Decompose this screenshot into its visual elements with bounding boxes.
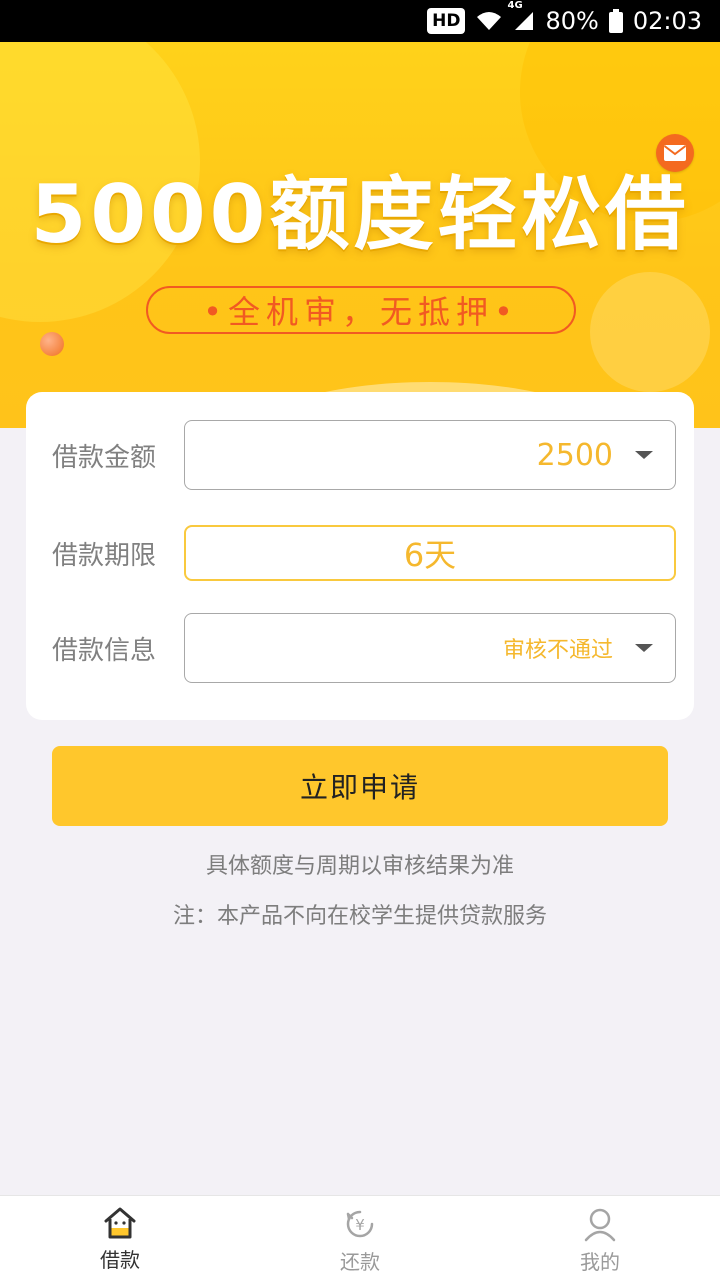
info-select[interactable]: 审核不通过 (184, 613, 676, 683)
battery-percent: 80% (545, 7, 599, 35)
nav-label-borrow: 借款 (100, 1248, 140, 1272)
student-note: 注：本产品不向在校学生提供贷款服务 (172, 904, 547, 929)
term-value: 6天 (403, 536, 457, 574)
amount-row: 借款金额 2500 (26, 420, 694, 490)
apply-button[interactable]: 立即申请 (52, 746, 668, 826)
status-bar: HD 4G 80% 02:03 (0, 0, 720, 42)
orb-decoration (40, 332, 64, 356)
info-row: 借款信息 审核不通过 (26, 613, 694, 683)
network-type: 4G (507, 0, 523, 11)
nav-item-mine[interactable]: 我的 (540, 1196, 660, 1280)
nav-label-mine: 我的 (580, 1250, 620, 1274)
hd-badge: HD (427, 8, 466, 34)
term-label: 借款期限 (52, 540, 157, 571)
term-row: 借款期限 6天 (26, 518, 694, 588)
amount-select[interactable]: 2500 (184, 420, 676, 490)
mail-button[interactable] (656, 134, 694, 172)
battery-icon (608, 9, 623, 33)
repay-icon: ¥ (346, 1210, 374, 1238)
info-value: 审核不通过 (502, 638, 613, 663)
amount-value: 2500 (536, 437, 613, 473)
bottom-nav: 借款 ¥ 还款 我的 (0, 1195, 720, 1280)
nav-label-repay: 还款 (340, 1250, 380, 1274)
nav-item-repay[interactable]: ¥ 还款 (300, 1196, 420, 1280)
chevron-down-icon (635, 451, 653, 459)
review-note: 具体额度与周期以审核结果为准 (205, 854, 514, 879)
user-icon (584, 1208, 616, 1242)
chevron-down-icon (635, 644, 653, 652)
loan-form-card: 借款金额 2500 借款期限 6天 借款信息 审核不通过 (26, 392, 694, 720)
svg-text:¥: ¥ (355, 1216, 365, 1234)
home-icon (104, 1207, 136, 1239)
signal-icon: 4G (507, 0, 535, 32)
mail-icon (663, 145, 687, 161)
amount-label: 借款金额 (52, 442, 157, 473)
nav-item-borrow[interactable]: 借款 (60, 1196, 180, 1280)
info-label: 借款信息 (52, 635, 157, 666)
term-field[interactable]: 6天 (184, 525, 676, 581)
wifi-icon (475, 10, 503, 32)
banner-tagline: •全机审，无抵押• (146, 286, 576, 334)
banner-decoration (590, 272, 710, 392)
banner-title: 5000额度轻松借 (30, 168, 690, 261)
clock: 02:03 (632, 7, 702, 35)
